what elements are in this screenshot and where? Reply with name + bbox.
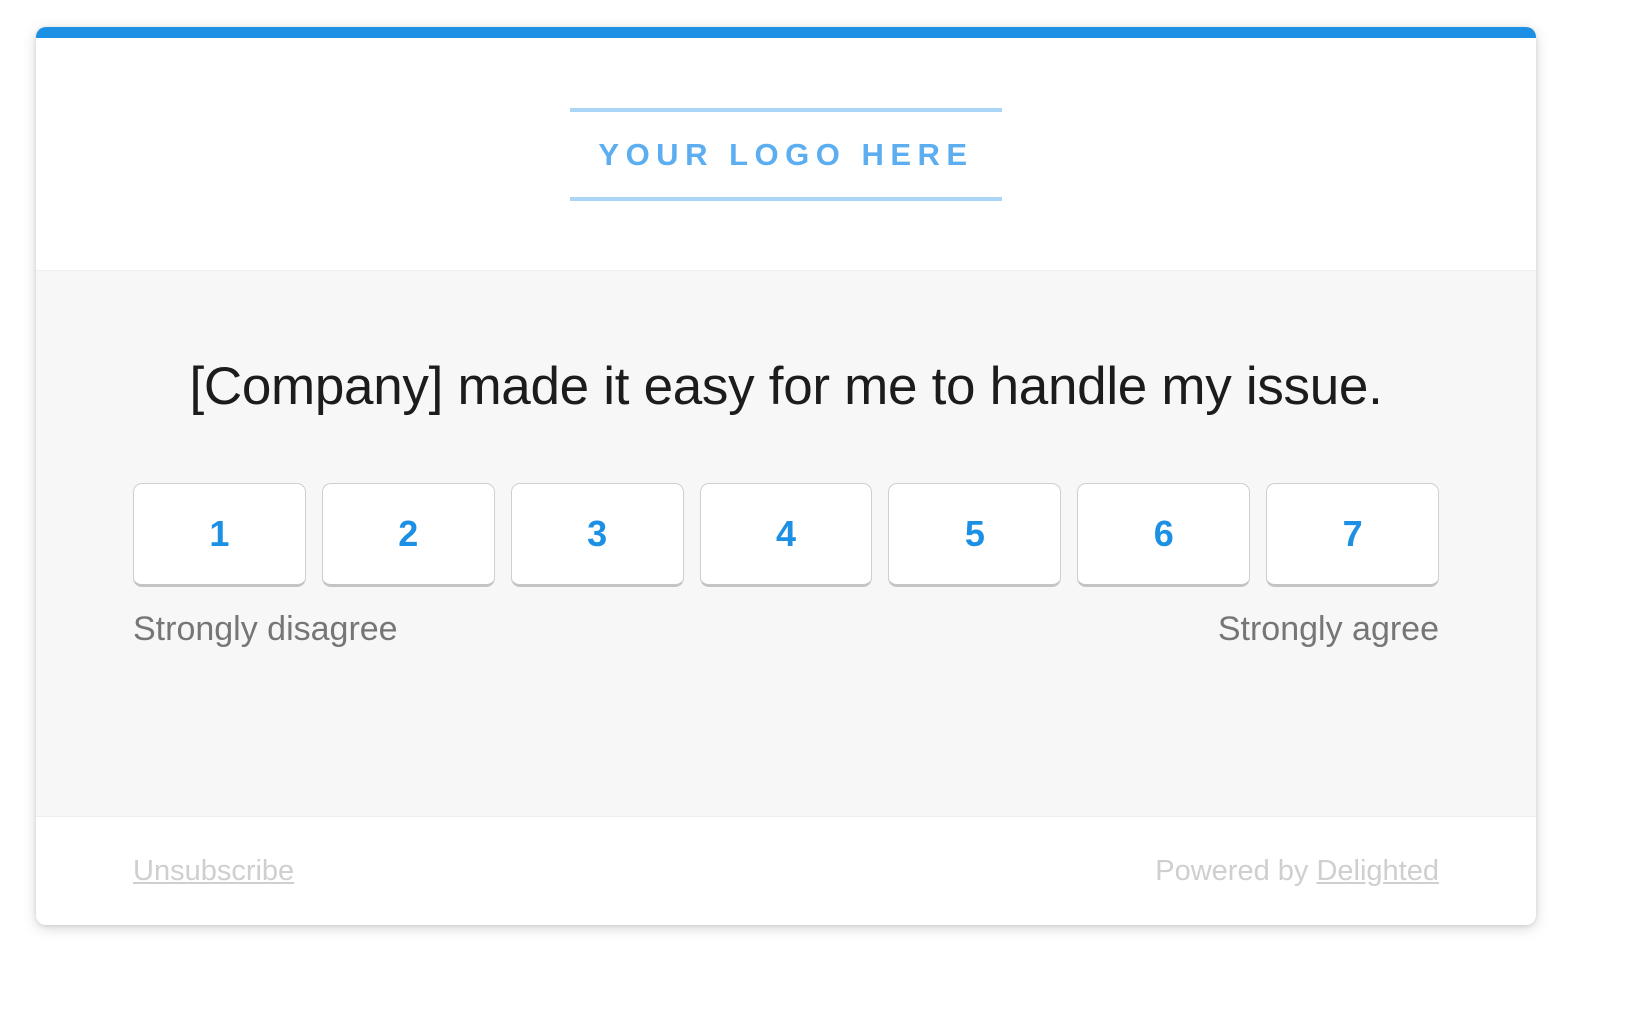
logo-rule-bottom bbox=[570, 196, 1002, 201]
rating-option-3[interactable]: 3 bbox=[510, 482, 684, 587]
scale-anchor-high: Strongly agree bbox=[1217, 609, 1439, 648]
survey-card: YOUR LOGO HERE [Company] made it easy fo… bbox=[36, 27, 1536, 925]
page-background: YOUR LOGO HERE [Company] made it easy fo… bbox=[0, 0, 1644, 1030]
logo-placeholder-block: YOUR LOGO HERE bbox=[570, 107, 1002, 201]
powered-by-prefix: Powered by bbox=[1155, 854, 1317, 887]
question-panel: [Company] made it easy for me to handle … bbox=[36, 270, 1536, 817]
accent-bar bbox=[36, 27, 1536, 38]
rating-option-2[interactable]: 2 bbox=[321, 482, 495, 587]
rating-option-7[interactable]: 7 bbox=[1266, 482, 1440, 587]
logo-header: YOUR LOGO HERE bbox=[36, 38, 1536, 270]
scale-anchor-low: Strongly disagree bbox=[133, 609, 398, 648]
rating-option-6[interactable]: 6 bbox=[1077, 482, 1251, 587]
powered-by: Powered by Delighted bbox=[1155, 855, 1439, 888]
logo-placeholder-text: YOUR LOGO HERE bbox=[598, 136, 974, 172]
unsubscribe-link[interactable]: Unsubscribe bbox=[133, 855, 294, 888]
survey-question: [Company] made it easy for me to handle … bbox=[189, 357, 1383, 416]
rating-option-1[interactable]: 1 bbox=[133, 482, 306, 587]
rating-option-5[interactable]: 5 bbox=[888, 482, 1062, 587]
scale-anchors: Strongly disagree Strongly agree bbox=[133, 610, 1439, 649]
delighted-brand-link[interactable]: Delighted bbox=[1316, 855, 1439, 887]
rating-option-4[interactable]: 4 bbox=[699, 482, 873, 587]
rating-scale: 1 2 3 4 5 6 7 bbox=[133, 482, 1440, 587]
card-footer: Unsubscribe Powered by Delighted bbox=[36, 817, 1536, 925]
